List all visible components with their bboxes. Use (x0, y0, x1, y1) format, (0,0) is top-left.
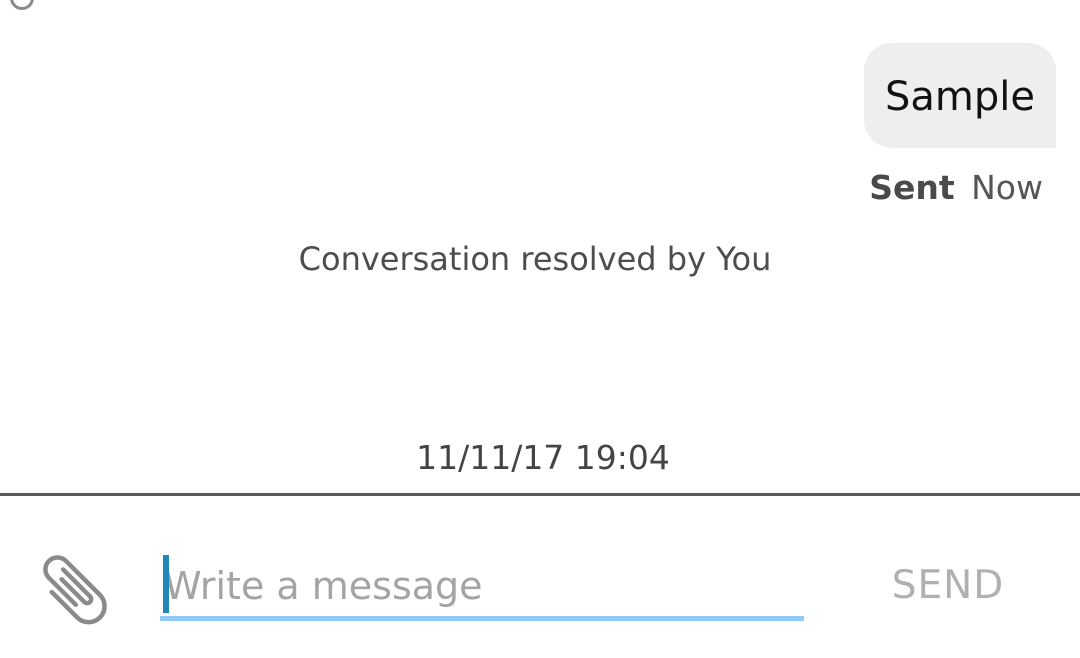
chat-screen: Sample Sent Now Conversation resolved by… (0, 0, 1080, 658)
message-status: Sent Now (869, 168, 1043, 207)
scroll-indicator (10, 0, 34, 10)
sent-message-text: Sample (885, 73, 1035, 120)
message-status-label: Sent (869, 168, 955, 207)
conversation-timestamp: 11/11/17 19:04 (416, 438, 670, 477)
conversation-resolved-notice: Conversation resolved by You (298, 240, 772, 278)
message-input[interactable] (160, 555, 804, 617)
message-input-container[interactable] (160, 555, 804, 623)
text-cursor (163, 555, 169, 613)
paperclip-icon (43, 555, 107, 625)
message-status-time: Now (971, 168, 1043, 207)
message-input-underline (160, 616, 804, 621)
composer-divider (0, 493, 1080, 496)
send-button[interactable]: SEND (880, 560, 1016, 610)
attach-button[interactable] (30, 545, 116, 625)
sent-message-bubble[interactable]: Sample (864, 43, 1056, 148)
